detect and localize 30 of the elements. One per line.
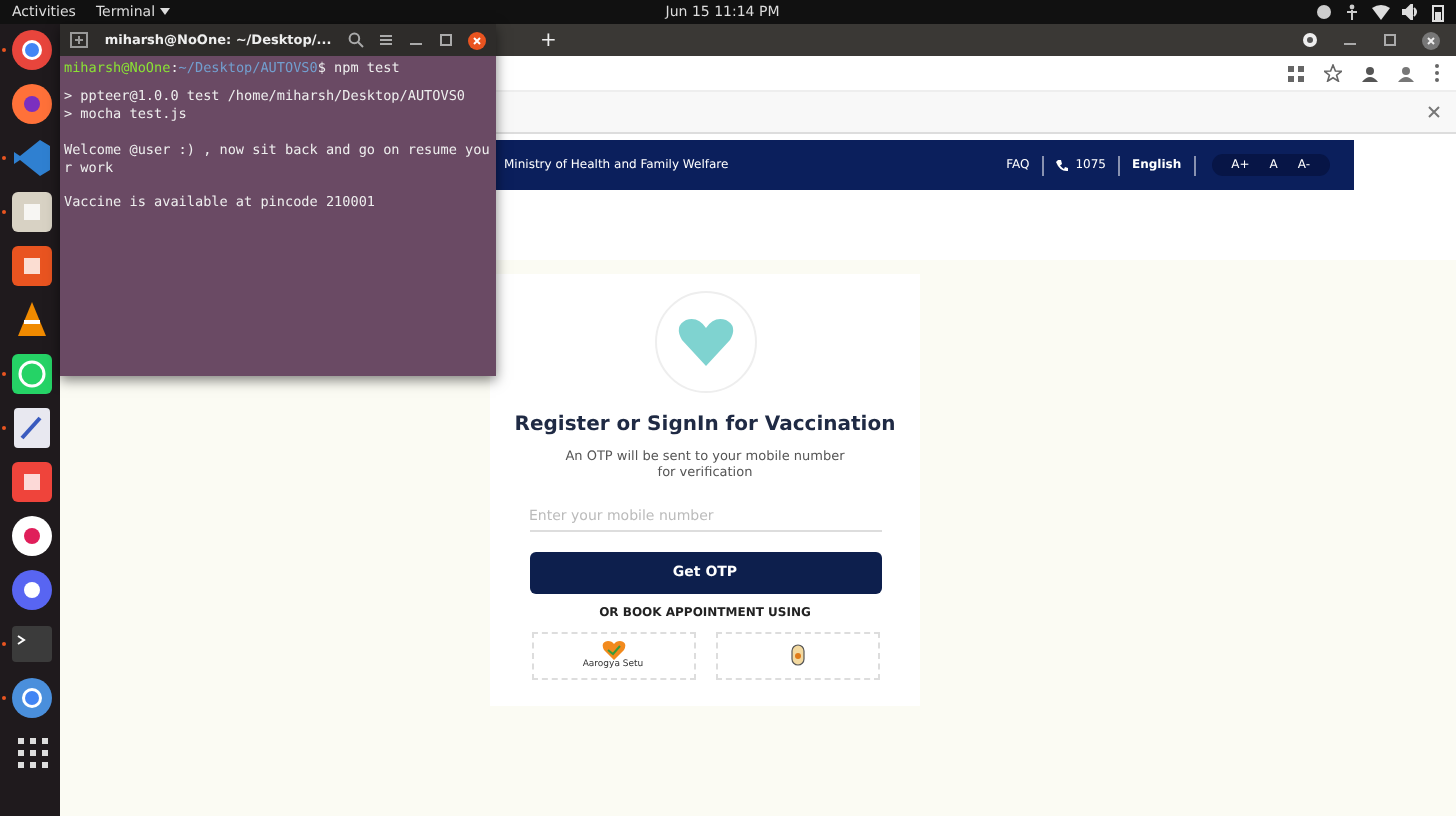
phone-icon (1055, 159, 1068, 171)
record-icon[interactable] (1302, 32, 1318, 48)
star-icon[interactable] (1324, 64, 1342, 82)
person-icon[interactable] (1362, 65, 1378, 81)
card-title: Register or SignIn for Vaccination (514, 414, 896, 436)
badge-icon (789, 643, 805, 668)
accessibility-icon[interactable] (1344, 4, 1360, 20)
pencil-icon[interactable] (10, 406, 54, 450)
battery-icon[interactable] (1432, 3, 1444, 21)
status-icon[interactable] (1316, 4, 1332, 20)
heart-logo-icon (653, 290, 757, 394)
menu-icon[interactable] (1434, 64, 1440, 82)
caret-icon[interactable] (159, 8, 170, 16)
close-icon[interactable] (468, 31, 486, 49)
wifi-icon[interactable] (1372, 4, 1390, 20)
profile-icon[interactable] (1398, 65, 1414, 81)
ring-logo-icon[interactable] (10, 28, 54, 72)
menu-icon[interactable] (378, 32, 394, 48)
close-icon[interactable] (1422, 31, 1440, 49)
volume-icon[interactable] (1402, 4, 1420, 20)
new-tab-button[interactable]: + (540, 29, 557, 51)
terminal-icon[interactable] (10, 622, 54, 666)
maximize-icon[interactable] (438, 32, 454, 48)
search-icon[interactable] (348, 32, 364, 48)
ribbon-logo-icon[interactable] (10, 136, 54, 180)
maximize-icon[interactable] (1382, 32, 1398, 48)
new-tab-icon[interactable] (70, 32, 88, 48)
extensions-icon[interactable] (1288, 65, 1304, 81)
heart-icon (601, 640, 625, 661)
ring-logo-icon[interactable] (10, 676, 54, 720)
